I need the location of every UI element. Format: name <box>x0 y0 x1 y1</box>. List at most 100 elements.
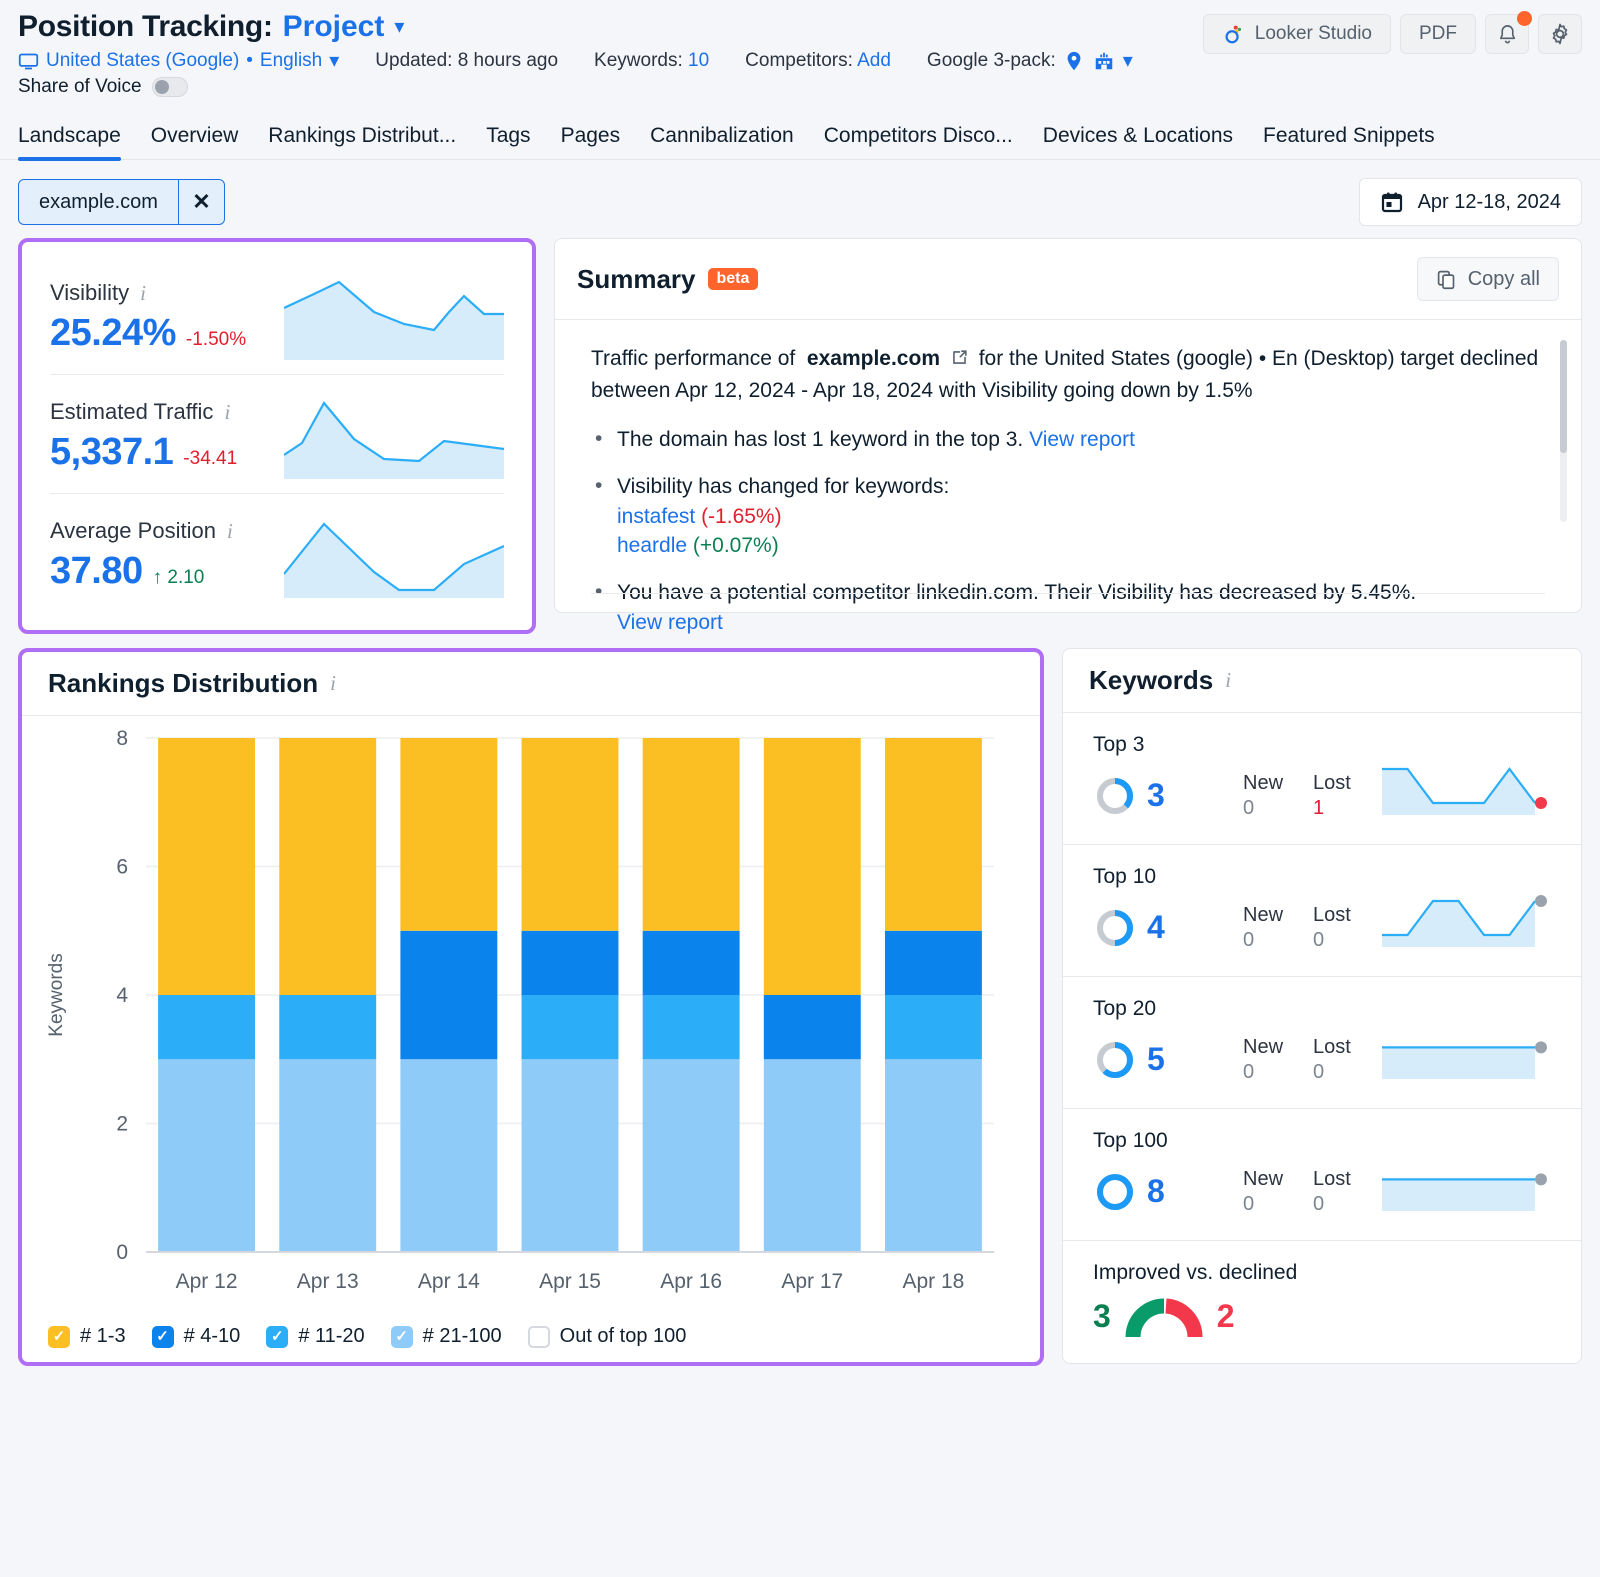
tab-devices-locations[interactable]: Devices & Locations <box>1043 124 1233 159</box>
lost-value: 0 <box>1313 929 1351 952</box>
info-icon-rankings[interactable]: i <box>330 671 336 696</box>
tab-featured-snippets[interactable]: Featured Snippets <box>1263 124 1435 159</box>
legend-item-11-20[interactable]: ✓ # 11-20 <box>266 1325 364 1348</box>
lost-value: 1 <box>1313 797 1351 820</box>
metric-traffic-delta: -34.41 <box>183 448 237 470</box>
google-3pack-selector[interactable]: Google 3-pack: <box>927 50 1133 72</box>
legend-item-out-of-top-100[interactable]: Out of top 100 <box>528 1325 687 1348</box>
legend-checkbox-21-100[interactable]: ✓ <box>391 1326 413 1348</box>
view-report-link-1[interactable]: View report <box>1029 428 1135 451</box>
keyword-link-heardle[interactable]: heardle <box>617 534 687 557</box>
rankings-bar-chart[interactable]: Keywords02468Apr 12Apr 13Apr 14Apr 15Apr… <box>28 724 1006 1314</box>
summary-scrollbar[interactable] <box>1560 340 1567 522</box>
title-row: Position Tracking: Project ▾ <box>18 10 1133 44</box>
tab-pages[interactable]: Pages <box>561 124 621 159</box>
date-range-picker[interactable]: Apr 12-18, 2024 <box>1359 178 1582 226</box>
location-selector[interactable]: United States (Google) • English ▾ <box>18 50 339 72</box>
pdf-button[interactable]: PDF <box>1400 14 1476 54</box>
ring-progress-icon <box>1093 1038 1137 1082</box>
keywords-rows: Top 33New0Lost1Top 104New0Lost0Top 205Ne… <box>1063 713 1581 1240</box>
location-label: United States (Google) <box>46 50 239 72</box>
domain-chip-label: example.com <box>19 180 178 224</box>
improved-declined-label: Improved vs. declined <box>1093 1261 1551 1285</box>
tab-tags[interactable]: Tags <box>486 124 530 159</box>
new-column: New0 <box>1243 1168 1283 1216</box>
keywords-header: Keywords i <box>1063 649 1581 713</box>
tab-landscape[interactable]: Landscape <box>18 124 121 159</box>
position-sparkline <box>284 516 504 598</box>
copy-all-button[interactable]: Copy all <box>1417 257 1559 301</box>
legend-item-1-3[interactable]: ✓ # 1-3 <box>48 1325 126 1348</box>
page-title: Position Tracking: <box>18 10 273 44</box>
summary-keyword-1: instafest (-1.65%) <box>617 502 1551 532</box>
looker-studio-button[interactable]: Looker Studio <box>1203 14 1391 54</box>
keyword-row-label: Top 3 <box>1093 733 1551 757</box>
keyword-row-top-3[interactable]: Top 33New0Lost1 <box>1063 713 1581 844</box>
share-of-voice-toggle[interactable] <box>152 77 188 97</box>
keywords-count[interactable]: 10 <box>688 50 709 71</box>
keywords-label: Keywords: <box>594 50 683 71</box>
legend-item-4-10[interactable]: ✓ # 4-10 <box>152 1325 241 1348</box>
new-label: New <box>1243 1168 1283 1191</box>
lost-label: Lost <box>1313 1036 1351 1059</box>
chevron-down-icon-3pack[interactable]: ▾ <box>1123 51 1133 71</box>
copy-all-label: Copy all <box>1468 268 1540 291</box>
legend-item-21-100[interactable]: ✓ # 21-100 <box>391 1325 502 1348</box>
tab-competitors-discovery[interactable]: Competitors Disco... <box>824 124 1013 159</box>
info-icon-visibility[interactable]: i <box>140 281 146 306</box>
keyword-row-count: 5 <box>1147 1041 1165 1078</box>
summary-bullets: The domain has lost 1 keyword in the top… <box>591 425 1551 638</box>
svg-text:4: 4 <box>116 984 128 1007</box>
legend-checkbox-out-of-top-100[interactable] <box>528 1326 550 1348</box>
updated-label: Updated: 8 hours ago <box>375 50 558 72</box>
competitors-label: Competitors: <box>745 50 853 71</box>
tab-rankings-distribution[interactable]: Rankings Distribut... <box>268 124 456 159</box>
settings-button[interactable] <box>1538 14 1582 54</box>
lost-label: Lost <box>1313 772 1351 795</box>
view-report-link-2[interactable]: View report <box>617 611 723 634</box>
position-tracking-page: Position Tracking: Project ▾ United Stat… <box>0 0 1600 1577</box>
summary-bullet-3: You have a potential competitor linkedin… <box>591 578 1551 638</box>
legend-checkbox-1-3[interactable]: ✓ <box>48 1326 70 1348</box>
tab-cannibalization[interactable]: Cannibalization <box>650 124 794 159</box>
metric-visibility-value: 25.24% <box>50 312 176 355</box>
filter-row: example.com ✕ Apr 12-18, 2024 <box>0 160 1600 226</box>
tab-bar: Landscape Overview Rankings Distribut...… <box>0 124 1600 160</box>
competitors-meta: Competitors: Add <box>745 50 891 72</box>
remove-domain-icon[interactable]: ✕ <box>178 180 224 224</box>
declined-count: 2 <box>1217 1298 1235 1335</box>
notifications-button[interactable] <box>1485 14 1529 54</box>
keyword-delta-heardle: (+0.07%) <box>693 534 779 557</box>
info-icon-position[interactable]: i <box>227 519 233 544</box>
keyword-link-instafest[interactable]: instafest <box>617 505 695 528</box>
ring-progress-icon <box>1093 906 1137 950</box>
project-name[interactable]: Project <box>283 10 385 44</box>
tab-overview[interactable]: Overview <box>151 124 239 159</box>
lost-column: Lost0 <box>1313 1036 1351 1084</box>
info-icon-keywords[interactable]: i <box>1225 668 1231 693</box>
summary-bullet-2: Visibility has changed for keywords: ins… <box>591 472 1551 561</box>
legend-checkbox-11-20[interactable]: ✓ <box>266 1326 288 1348</box>
share-of-voice-row: Share of Voice <box>18 76 1133 98</box>
rankings-card-highlight: Rankings Distribution i Keywords02468Apr… <box>18 648 1044 1366</box>
info-icon-traffic[interactable]: i <box>224 400 230 425</box>
keyword-row-top-20[interactable]: Top 205New0Lost0 <box>1063 976 1581 1108</box>
calendar-icon <box>1380 190 1404 214</box>
keyword-row-count: 3 <box>1147 777 1165 814</box>
external-link-icon[interactable] <box>950 346 969 376</box>
chevron-down-icon-locale[interactable]: ▾ <box>329 51 339 71</box>
svg-text:Apr 13: Apr 13 <box>297 1270 359 1293</box>
keyword-row-top-10[interactable]: Top 104New0Lost0 <box>1063 844 1581 976</box>
keyword-row-top-100[interactable]: Top 1008New0Lost0 <box>1063 1108 1581 1240</box>
metric-position-value: 37.80 <box>50 550 143 593</box>
summary-scrollbar-thumb[interactable] <box>1560 340 1567 453</box>
new-column: New0 <box>1243 1036 1283 1084</box>
add-competitor-link[interactable]: Add <box>857 50 891 71</box>
domain-chip[interactable]: example.com ✕ <box>18 179 225 225</box>
chevron-down-icon[interactable]: ▾ <box>394 17 404 37</box>
summary-lead-domain: example.com <box>807 347 940 370</box>
keyword-row-label: Top 10 <box>1093 865 1551 889</box>
ring-progress-icon <box>1093 1170 1137 1214</box>
legend-checkbox-4-10[interactable]: ✓ <box>152 1326 174 1348</box>
summary-body: Traffic performance of example.com for t… <box>555 320 1581 612</box>
